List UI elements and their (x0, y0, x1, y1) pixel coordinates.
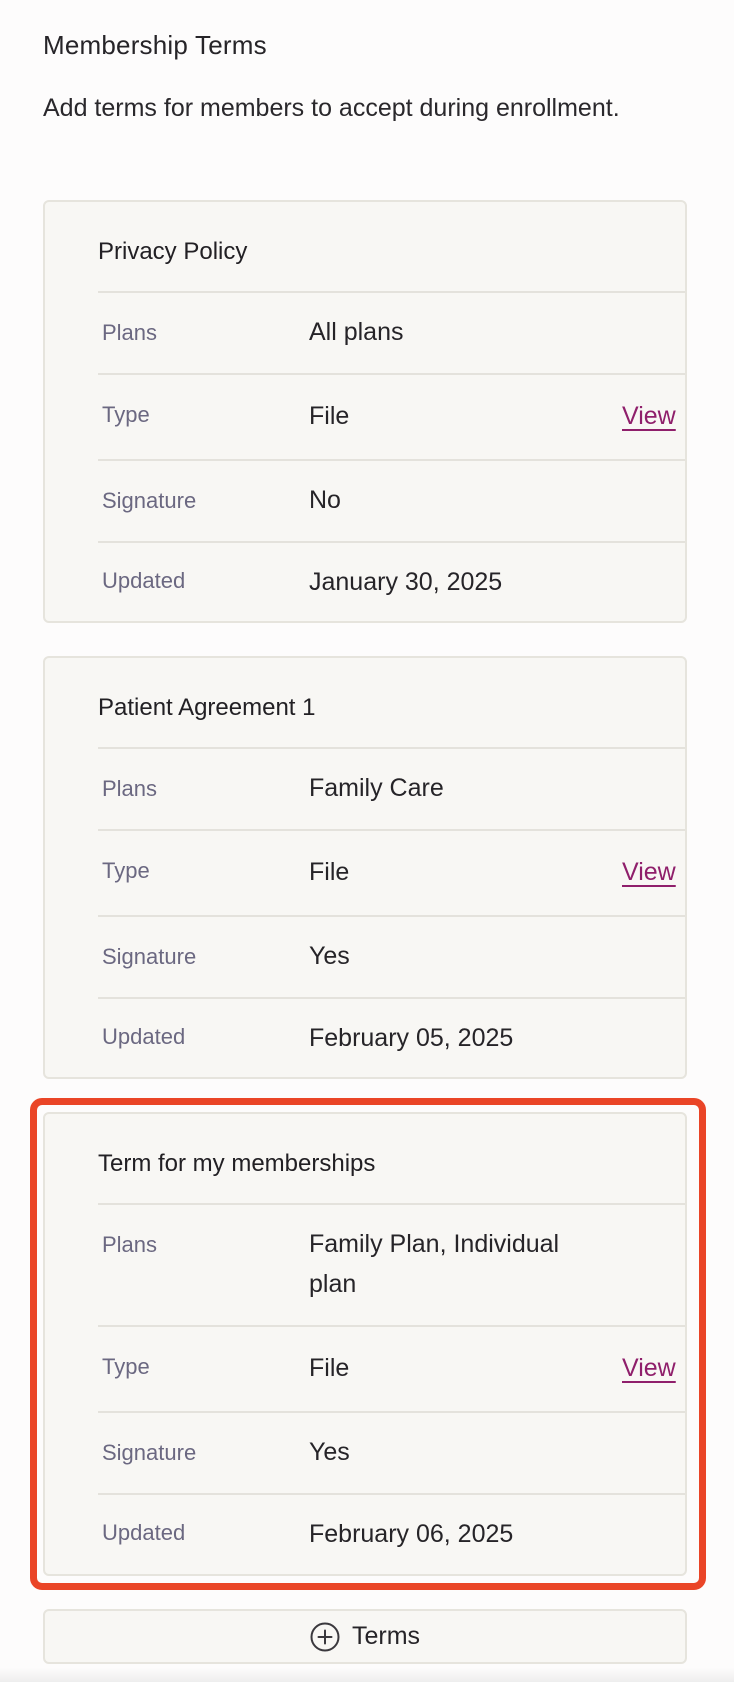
type-value: File (309, 1354, 350, 1382)
signature-value: Yes (309, 1438, 350, 1466)
plus-circle-icon (310, 1622, 340, 1652)
signature-row: Signature Yes (98, 915, 685, 999)
plans-value: Family Care (309, 774, 444, 802)
type-label: Type (102, 858, 150, 883)
signature-value: No (309, 486, 341, 514)
plans-label: Plans (102, 776, 158, 801)
type-value: File (309, 858, 350, 886)
section-description: Add terms for members to accept during e… (43, 94, 620, 122)
plans-label: Plans (102, 1232, 158, 1257)
updated-value: February 06, 2025 (309, 1520, 514, 1548)
type-label: Type (102, 402, 150, 427)
type-label: Type (102, 1354, 150, 1379)
term-title: Patient Agreement 1 (98, 694, 316, 721)
type-row: Type File View (98, 829, 685, 917)
signature-row: Signature Yes (98, 1411, 685, 1495)
type-row: Type File View (98, 373, 685, 461)
signature-label: Signature (102, 488, 197, 513)
updated-label: Updated (102, 568, 186, 593)
view-link[interactable]: View (622, 858, 676, 887)
updated-value: January 30, 2025 (309, 568, 503, 596)
updated-row: Updated February 05, 2025 (98, 997, 685, 1081)
signature-label: Signature (102, 1440, 197, 1465)
bottom-fade (0, 1668, 734, 1682)
term-card: Privacy Policy Plans All plans Type File… (43, 200, 687, 623)
updated-label: Updated (102, 1024, 186, 1049)
updated-row: Updated January 30, 2025 (98, 541, 685, 625)
type-value: File (309, 402, 350, 430)
term-title: Term for my memberships (98, 1150, 376, 1177)
term-card: Patient Agreement 1 Plans Family Care Ty… (43, 656, 687, 1079)
add-terms-button[interactable]: Terms (43, 1609, 687, 1664)
plans-row: Plans Family Plan, Individual plan (98, 1203, 685, 1327)
plans-row: Plans All plans (98, 291, 685, 375)
type-row: Type File View (98, 1325, 685, 1413)
add-terms-label: Terms (351, 1622, 421, 1650)
signature-value: Yes (309, 942, 350, 970)
section-title: Membership Terms (43, 30, 267, 60)
updated-row: Updated February 06, 2025 (98, 1493, 685, 1577)
plans-row: Plans Family Care (98, 747, 685, 831)
plans-value: All plans (309, 318, 404, 346)
signature-row: Signature No (98, 459, 685, 543)
plans-label: Plans (102, 320, 158, 345)
term-title: Privacy Policy (98, 238, 248, 265)
updated-label: Updated (102, 1520, 186, 1545)
plans-value: Family Plan, Individual plan (309, 1230, 560, 1298)
updated-value: February 05, 2025 (309, 1024, 514, 1052)
view-link[interactable]: View (622, 1354, 676, 1383)
signature-label: Signature (102, 944, 197, 969)
term-card: Term for my memberships Plans Family Pla… (43, 1112, 687, 1576)
view-link[interactable]: View (622, 402, 676, 431)
